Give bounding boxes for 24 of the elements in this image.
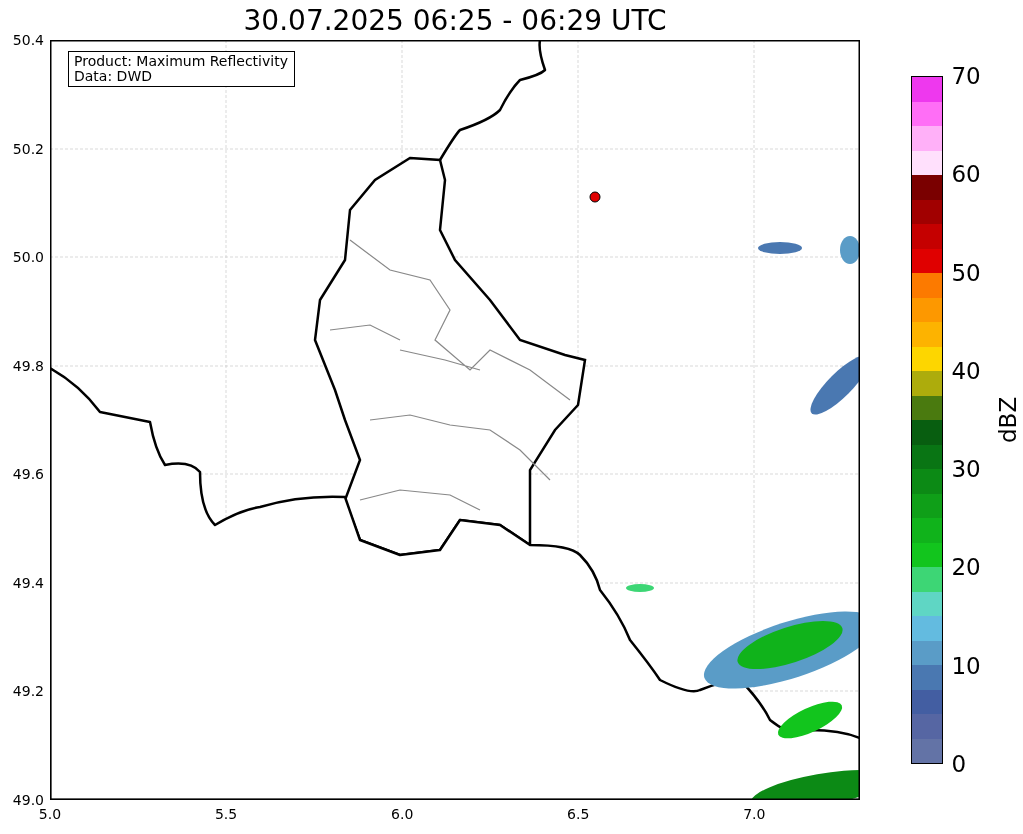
tick-label: 5.0 — [38, 806, 62, 822]
tick-label: 50.0 — [12, 250, 44, 265]
tick-label: 49.2 — [12, 684, 44, 699]
tick-label: 6.5 — [567, 806, 590, 822]
tick-label: 49.8 — [12, 358, 44, 373]
info-text: Product: Maximum Reflectivity — [74, 54, 288, 69]
tick-label: 20 — [951, 555, 981, 579]
tick-label: 50 — [951, 261, 981, 285]
axis-label: dBZ — [994, 395, 1022, 445]
tick-label: 40 — [951, 359, 981, 383]
tick-label: 49.0 — [12, 793, 44, 807]
tick-label: 49.4 — [12, 575, 44, 590]
tick-label: 50.4 — [12, 33, 44, 47]
tick-label: 5.5 — [214, 806, 238, 822]
info-text: Data: DWD — [74, 69, 153, 84]
tick-label: 60 — [951, 162, 981, 186]
tick-label: 6.0 — [391, 806, 414, 822]
tick-label: 30 — [951, 457, 981, 481]
tick-label: 7.0 — [743, 806, 766, 822]
tick-label: 49.6 — [12, 467, 44, 482]
tick-label: 0 — [951, 752, 967, 776]
tick-label: 50.2 — [12, 141, 44, 156]
tick-label: 10 — [951, 654, 981, 678]
tick-label: 70 — [951, 64, 981, 88]
